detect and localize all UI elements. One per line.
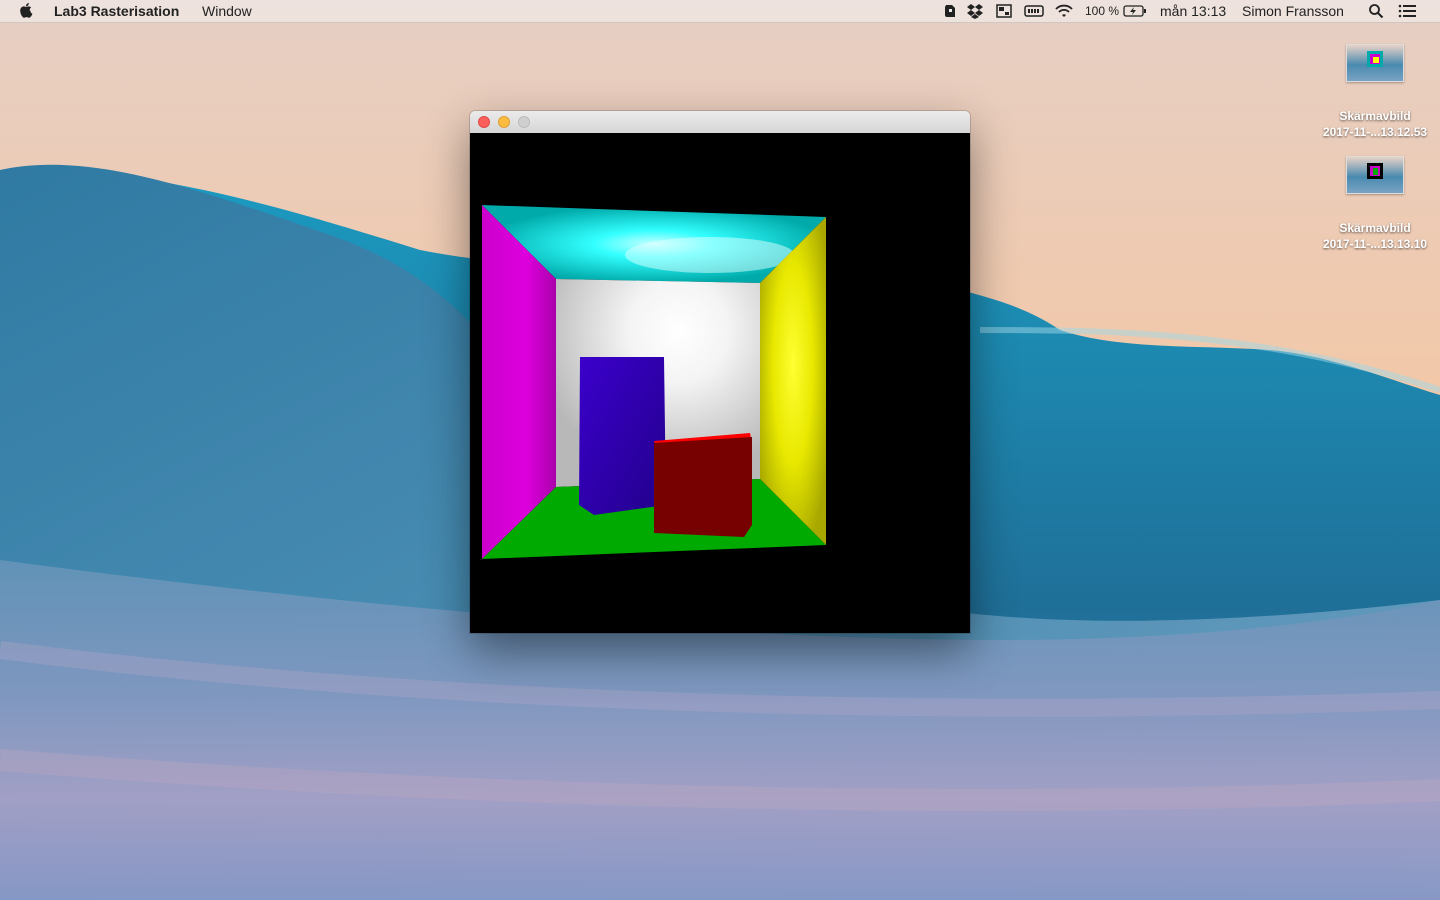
spotlight-search-icon[interactable] xyxy=(1368,3,1384,19)
dropbox-icon[interactable] xyxy=(966,3,984,19)
menu-window[interactable]: Window xyxy=(202,3,252,19)
app-name-menu[interactable]: Lab3 Rasterisation xyxy=(54,3,179,19)
apple-logo-icon[interactable] xyxy=(20,3,34,19)
wifi-icon[interactable] xyxy=(1054,3,1074,19)
render-canvas[interactable] xyxy=(470,133,970,633)
notification-center-icon[interactable] xyxy=(1398,3,1418,19)
close-window-button[interactable] xyxy=(478,116,490,128)
desktop-file-icon[interactable]: Skärmavbild 2017-11-...13.13.10 xyxy=(1310,156,1440,252)
window-titlebar[interactable] xyxy=(470,111,970,134)
cornell-box-render xyxy=(482,205,826,559)
display-icon[interactable] xyxy=(996,3,1012,19)
tall-box xyxy=(579,357,666,515)
menu-bar: Lab3 Rasterisation Window 100 % mån 13:1… xyxy=(0,0,1440,23)
menubar-clock[interactable]: mån 13:13 xyxy=(1160,3,1226,19)
screenshot-thumbnail xyxy=(1346,44,1404,82)
battery-charging-icon[interactable] xyxy=(1123,3,1147,19)
zoom-window-button[interactable] xyxy=(518,116,530,128)
short-box-front xyxy=(654,437,752,537)
minimize-window-button[interactable] xyxy=(498,116,510,128)
menubar-user[interactable]: Simon Fransson xyxy=(1242,3,1344,19)
desktop-file-icon[interactable]: Skärmavbild 2017-11-...13.12.53 xyxy=(1310,44,1440,140)
app-window[interactable] xyxy=(470,111,970,633)
screenshot-thumbnail xyxy=(1346,156,1404,194)
battery-percent: 100 % xyxy=(1085,4,1120,18)
desktop-file-label: Skärmavbild 2017-11-...13.12.53 xyxy=(1322,109,1428,139)
desktop-file-label: Skärmavbild 2017-11-...13.13.10 xyxy=(1322,221,1428,251)
keyboard-icon[interactable] xyxy=(1024,3,1044,19)
evernote-icon[interactable] xyxy=(942,3,958,19)
